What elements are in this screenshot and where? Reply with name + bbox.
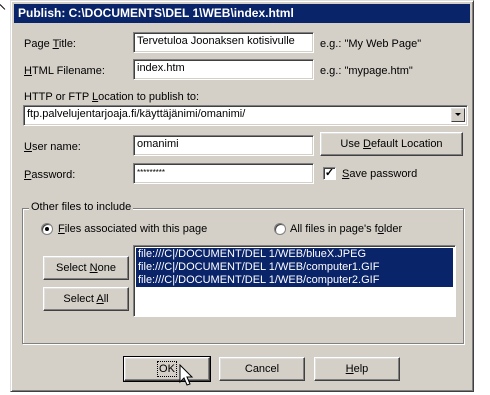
publish-dialog: Publish: C:\DOCUMENTS\DEL 1\WEB\index.ht… <box>10 0 474 392</box>
html-filename-label: HTML Filename: <box>24 65 105 77</box>
help-button[interactable]: Help <box>314 357 400 381</box>
page-title-hint: e.g.: "My Web Page" <box>320 38 422 50</box>
ok-label: OK <box>157 361 177 377</box>
background-window-edge <box>0 0 6 14</box>
html-filename-input[interactable]: index.htm <box>133 59 314 80</box>
all-files-label[interactable]: All files in page's folder <box>290 223 402 235</box>
list-item[interactable]: file:///C|/DOCUMENT/DEL 1/WEB/computer1.… <box>136 261 453 274</box>
password-label: Password: <box>24 169 76 181</box>
use-default-location-button[interactable]: Use Default Location <box>320 132 463 156</box>
user-name-label: User name: <box>24 141 81 153</box>
location-combobox[interactable]: ftp.palvelujentarjoaja.fi/käyttäjänimi/o… <box>23 105 468 126</box>
mouse-pointer-icon <box>179 364 194 386</box>
page-title-input[interactable]: Tervetuloa Joonaksen kotisivulle <box>133 32 314 53</box>
page-title-label: Page Title: <box>24 38 76 50</box>
select-all-button[interactable]: Select All <box>43 287 129 311</box>
location-value: ftp.palvelujentarjoaja.fi/käyttäjänimi/o… <box>27 108 246 120</box>
save-password-label[interactable]: Save password <box>342 168 417 180</box>
password-input[interactable]: ********* <box>133 163 314 184</box>
user-name-input[interactable]: omanimi <box>133 135 314 156</box>
other-files-group-title: Other files to include <box>29 201 134 213</box>
save-password-checkbox[interactable]: ✓ <box>323 167 336 180</box>
chevron-down-icon[interactable] <box>451 108 465 122</box>
html-filename-hint: e.g.: "mypage.htm" <box>320 65 413 77</box>
location-label: HTTP or FTP Location to publish to: <box>24 91 200 103</box>
select-none-button[interactable]: Select None <box>43 256 129 280</box>
list-item[interactable]: file:///C|/DOCUMENT/DEL 1/WEB/blueX.JPEG <box>136 248 453 261</box>
cancel-button[interactable]: Cancel <box>219 357 305 381</box>
all-files-radio[interactable] <box>274 223 286 235</box>
dialog-title: Publish: C:\DOCUMENTS\DEL 1\WEB\index.ht… <box>14 4 470 23</box>
included-files-list[interactable]: file:///C|/DOCUMENT/DEL 1/WEB/blueX.JPEG… <box>133 245 456 317</box>
list-item[interactable]: file:///C|/DOCUMENT/DEL 1/WEB/computer2.… <box>136 274 453 287</box>
files-associated-radio[interactable] <box>41 223 53 235</box>
files-associated-label[interactable]: Files associated with this page <box>58 223 207 235</box>
ok-button[interactable]: OK <box>123 356 211 382</box>
